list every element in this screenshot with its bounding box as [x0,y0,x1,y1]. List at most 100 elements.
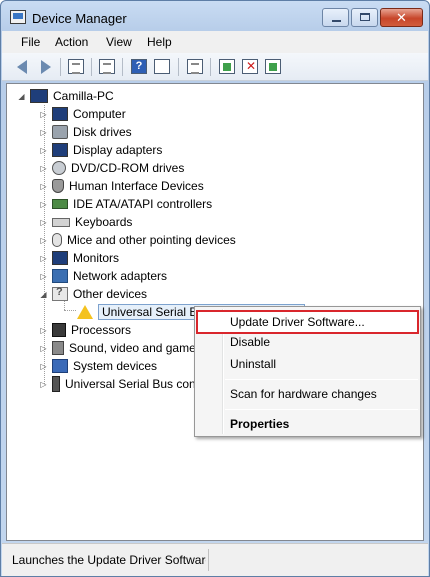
tree-item-monitors[interactable]: ▷ Monitors [39,249,119,267]
close-icon: ✕ [396,10,407,25]
display-icon [52,143,68,157]
tree-item-label: System devices [73,359,158,373]
action-pane-button[interactable] [153,58,171,76]
expand-arrow-icon[interactable]: ▷ [39,326,48,335]
forward-button[interactable] [36,58,54,76]
menu-file[interactable]: File [21,35,40,49]
scan-hardware-button[interactable] [186,58,204,76]
expand-arrow-icon[interactable]: ▷ [39,146,48,155]
tree-item-network-adapters[interactable]: ▷ Network adapters [39,267,167,285]
network-icon [52,269,68,283]
tree-item-hid[interactable]: ▷ Human Interface Devices [39,177,204,195]
expand-arrow-icon[interactable]: ▷ [39,218,48,227]
expand-arrow-icon[interactable]: ▷ [39,254,48,263]
tree-item-label: Computer [73,107,126,121]
toolbar-separator [60,58,61,76]
enable-device-button[interactable] [264,58,282,76]
tree-item-disk-drives[interactable]: ▷ Disk drives [39,123,132,141]
tree-root[interactable]: ◢ Camilla-PC [17,87,114,105]
maximize-icon [360,13,370,21]
expand-arrow-icon[interactable]: ▷ [39,380,48,389]
tree-item-ide-controllers[interactable]: ▷ IDE ATA/ATAPI controllers [39,195,212,213]
menu-uninstall[interactable]: Uninstall [197,353,418,375]
unknown-device-icon [52,286,68,301]
tree-item-mice[interactable]: ▷ Mice and other pointing devices [39,231,236,249]
status-bar: Launches the Update Driver Software [2,543,428,576]
enable-device-icon [265,59,281,74]
processor-icon [52,323,66,337]
back-arrow-icon [17,60,27,74]
computer-icon [30,89,48,103]
menu-properties[interactable]: Properties [197,413,418,435]
status-text: Launches the Update Driver Software [12,553,206,567]
tree-item-label: Human Interface Devices [69,179,204,193]
expand-arrow-icon[interactable]: ▷ [39,272,48,281]
menu-scan-hardware[interactable]: Scan for hardware changes [197,383,418,405]
context-menu-separator [225,379,418,380]
scan-hardware-icon [187,59,203,74]
back-button[interactable] [15,58,33,76]
tree-item-processors[interactable]: ▷ Processors [39,321,131,339]
expand-arrow-icon[interactable]: ▷ [39,182,48,191]
tree-item-label: Other devices [73,287,148,301]
expand-arrow-icon[interactable]: ▷ [39,164,48,173]
tree-item-dvd-drives[interactable]: ▷ DVD/CD-ROM drives [39,159,184,177]
tree-item-label: Keyboards [75,215,133,229]
expand-arrow-icon[interactable]: ▷ [39,200,48,209]
uninstall-button[interactable] [241,58,259,76]
ide-icon [52,199,68,209]
show-hide-console-tree-button[interactable] [67,58,85,76]
maximize-button[interactable] [351,8,378,27]
tree-item-label: Mice and other pointing devices [67,233,236,247]
expand-arrow-icon[interactable]: ▷ [39,362,48,371]
tree-item-keyboards[interactable]: ▷ Keyboards [39,213,132,231]
toolbar-separator [178,58,179,76]
tree-item-computer[interactable]: ▷ Computer [39,105,126,123]
forward-arrow-icon [41,60,51,74]
toolbar-separator [91,58,92,76]
tree-item-system-devices[interactable]: ▷ System devices [39,357,157,375]
tree-item-display-adapters[interactable]: ▷ Display adapters [39,141,162,159]
title-bar[interactable]: Device Manager ✕ [1,1,429,35]
disc-icon [52,161,66,175]
expand-arrow-icon[interactable]: ▷ [39,128,48,137]
menu-help[interactable]: Help [147,35,172,49]
collapse-arrow-icon[interactable]: ◢ [17,92,26,101]
properties-icon [99,59,115,74]
close-button[interactable]: ✕ [380,8,423,27]
menu-disable[interactable]: Disable [197,331,418,353]
status-separator [208,549,209,571]
toolbar: ? [2,53,428,81]
help-icon: ? [131,59,147,74]
menu-update-driver-software[interactable]: Update Driver Software... [196,310,419,334]
properties-button[interactable] [98,58,116,76]
help-button[interactable]: ? [130,58,148,76]
tree-item-label: Network adapters [73,269,168,283]
drive-icon [52,125,68,139]
caption-buttons: ✕ [322,8,423,27]
device-manager-icon [10,10,26,24]
menu-action[interactable]: Action [55,35,88,49]
expand-arrow-icon[interactable]: ▷ [39,344,48,353]
minimize-button[interactable] [322,8,349,27]
menu-view[interactable]: View [106,35,132,49]
window-title: Device Manager [32,11,127,26]
monitor-icon [52,251,68,265]
context-menu: Update Driver Software... Disable Uninst… [194,306,421,437]
toolbar-separator [210,58,211,76]
action-pane-icon [154,59,170,74]
tree-item-other-devices[interactable]: ◢ Other devices [39,285,147,303]
context-menu-separator [225,409,418,410]
uninstall-icon [242,59,258,74]
collapse-arrow-icon[interactable]: ◢ [39,290,48,299]
hid-icon [52,179,64,193]
monitor-icon [52,107,68,121]
sound-icon [52,341,64,355]
update-driver-button[interactable] [218,58,236,76]
minimize-icon [332,20,341,22]
tree-item-label: Processors [71,323,132,337]
expand-arrow-icon[interactable]: ▷ [39,110,48,119]
usb-icon [52,376,60,392]
expand-arrow-icon[interactable]: ▷ [39,236,48,245]
keyboard-icon [52,217,70,227]
